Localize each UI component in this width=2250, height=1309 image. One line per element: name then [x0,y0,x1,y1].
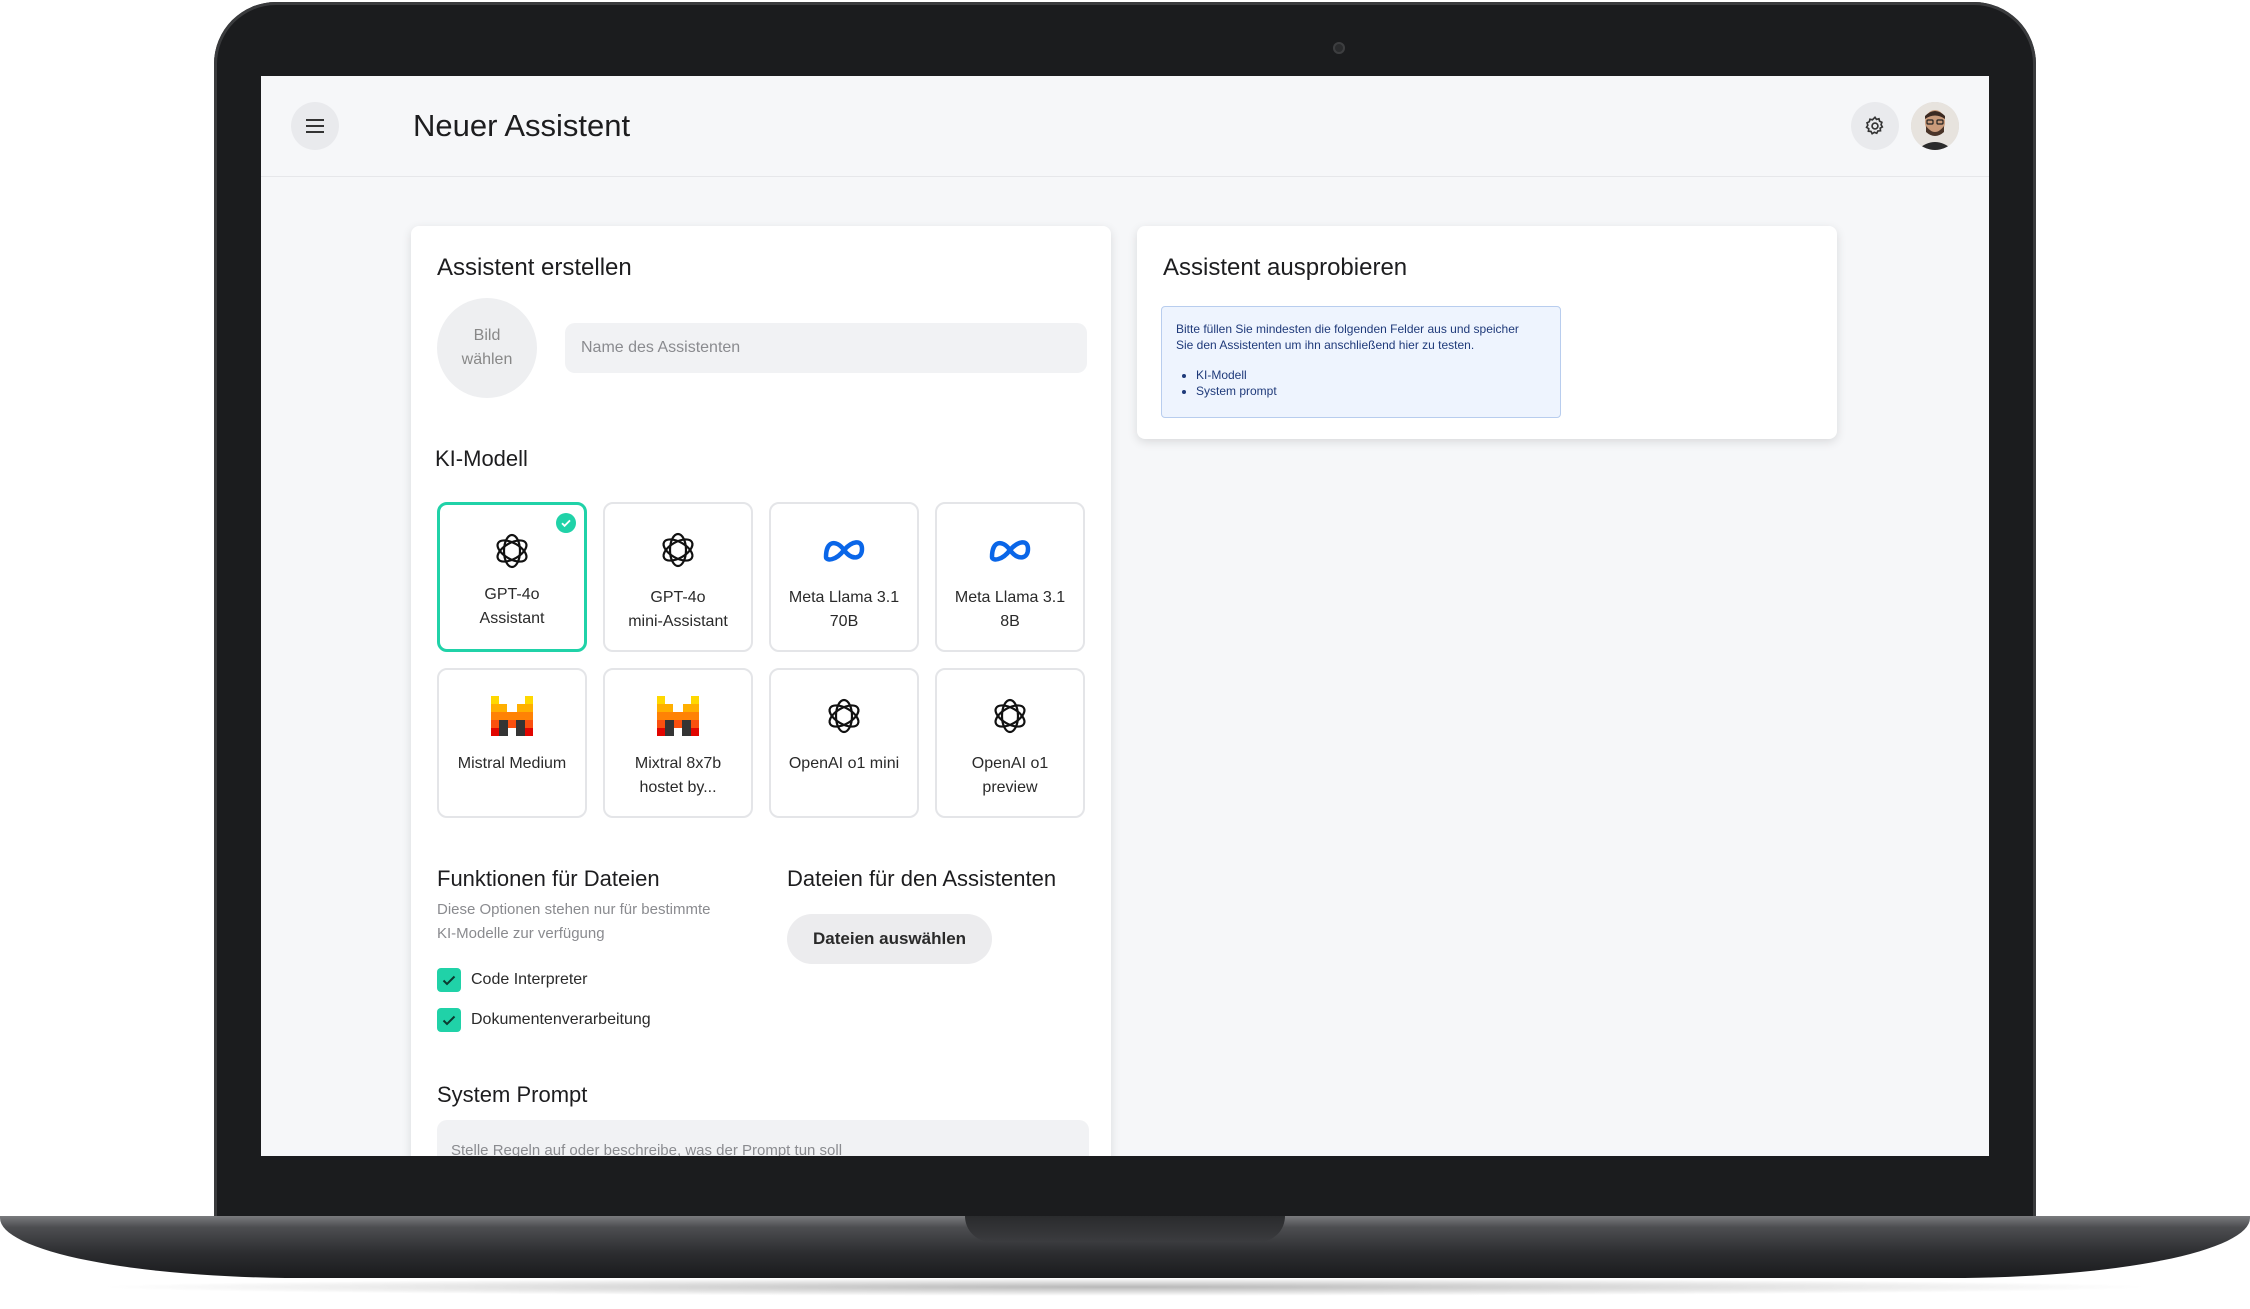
image-picker-label: Bild [473,327,501,344]
meta-icon [988,526,1032,574]
required-fields-list: KI-Modell System prompt [1176,367,1546,399]
model-card-openai-o1-mini[interactable]: OpenAI o1 mini [769,668,919,818]
model-name: OpenAI o1 mini [788,755,900,772]
gear-icon [1865,116,1884,135]
file-functions-description: Diese Optionen stehen nur für bestimmte … [437,898,710,946]
laptop-notch [965,1216,1285,1242]
system-prompt-title: System Prompt [437,1082,588,1107]
system-prompt-textarea[interactable]: Stelle Regeln auf oder beschreibe, was d… [437,1120,1089,1156]
openai-icon [490,527,534,575]
model-name: GPT-4o [650,589,706,606]
model-name: Mixtral 8x7b [634,755,722,772]
model-section-title: KI-Modell [435,446,528,471]
select-files-button[interactable]: Dateien auswählen [787,914,993,964]
info-text: Sie den Assistenten um ihn anschließend … [1176,338,1475,352]
checkbox-label: Code Interpreter [471,971,588,988]
assistant-name-input[interactable] [565,323,1087,373]
description-line: KI-Modelle zur verfügung [437,925,605,942]
model-card-gpt-4o-assistant[interactable]: GPT-4o Assistant [437,502,587,652]
list-item: KI-Modell [1196,367,1546,383]
model-name: GPT-4o [484,586,540,603]
menu-button[interactable] [291,102,339,150]
mistral-icon [491,692,533,740]
page-title: Neuer Assistent [413,108,631,143]
model-name: preview [982,779,1038,796]
model-name: Meta Llama 3.1 [788,589,900,606]
settings-button[interactable] [1851,102,1899,150]
model-card-gpt-4o-mini-assistant[interactable]: GPT-4o mini-Assistant [603,502,753,652]
openai-icon [822,692,866,740]
card-title: Assistent ausprobieren [1163,254,1408,281]
mistral-icon [657,692,699,740]
info-text: Bitte füllen Sie mindesten die folgenden… [1176,322,1519,336]
model-card-openai-o1-preview[interactable]: OpenAI o1 preview [935,668,1085,818]
openai-icon [656,526,700,574]
camera [1333,42,1345,54]
file-functions-title: Funktionen für Dateien [437,866,660,891]
document-processing-option[interactable]: Dokumentenverarbeitung [437,1008,651,1032]
checkbox-label: Dokumentenverarbeitung [471,1011,651,1028]
model-card-mixtral-8x7b[interactable]: Mixtral 8x7b hostet by... [603,668,753,818]
files-title: Dateien für den Assistenten [787,866,1057,891]
info-notice: Bitte füllen Sie mindesten die folgenden… [1161,306,1561,418]
checkbox-checked[interactable] [437,1008,461,1032]
list-item: System prompt [1196,383,1546,399]
model-name: Mistral Medium [457,755,567,772]
image-picker-button[interactable]: Bild wählen [437,298,537,398]
laptop-shadow [90,1278,2160,1296]
model-name: Assistant [479,610,545,627]
avatar-image [1911,102,1959,150]
model-name: Meta Llama 3.1 [954,589,1066,606]
top-bar: Neuer Assistent [261,76,1989,177]
model-name: 8B [1000,613,1020,630]
selected-check-icon [556,513,576,533]
model-name: mini-Assistant [628,613,728,630]
model-card-mistral-medium[interactable]: Mistral Medium [437,668,587,818]
create-assistant-card: Assistent erstellen Bild wählen KI-Model… [411,226,1111,1156]
meta-icon [822,526,866,574]
model-name: OpenAI o1 [971,755,1049,772]
app-screen: Neuer Assistent Assistent erstellen Bild [261,76,1989,1156]
checkbox-checked[interactable] [437,968,461,992]
card-title: Assistent erstellen [437,254,632,281]
image-picker-label: wählen [461,351,513,368]
try-assistant-card: Assistent ausprobieren Bitte füllen Sie … [1137,226,1837,439]
description-line: Diese Optionen stehen nur für bestimmte [437,901,711,918]
model-card-meta-llama-70b[interactable]: Meta Llama 3.1 70B [769,502,919,652]
model-grid: GPT-4o Assistant GPT-4o mini-Assistant M… [437,502,1089,818]
openai-icon [988,692,1032,740]
code-interpreter-option[interactable]: Code Interpreter [437,968,588,992]
model-name: hostet by... [639,779,717,796]
model-name: 70B [829,613,859,630]
hamburger-menu-icon [306,119,324,133]
user-avatar[interactable] [1911,102,1959,150]
model-card-meta-llama-8b[interactable]: Meta Llama 3.1 8B [935,502,1085,652]
